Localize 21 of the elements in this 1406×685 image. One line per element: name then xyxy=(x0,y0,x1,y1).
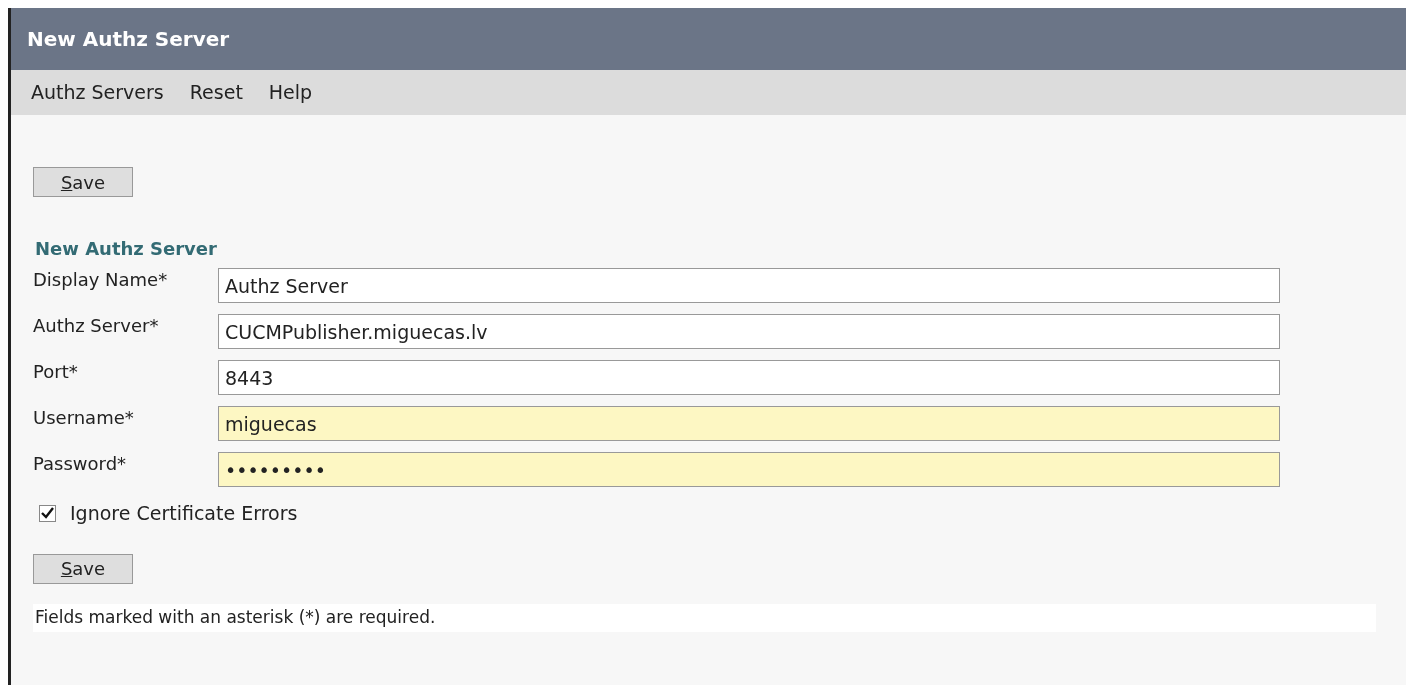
save-button[interactable]: Save xyxy=(33,167,133,197)
menu-item[interactable]: Reset xyxy=(189,78,243,107)
menu-item[interactable]: Help xyxy=(268,78,313,107)
input-field[interactable]: 8443 xyxy=(218,360,1280,395)
save-button[interactable]: Save xyxy=(33,553,133,584)
input-field[interactable]: miguecas xyxy=(218,406,1280,441)
menu-item[interactable]: Authz Servers xyxy=(31,78,164,107)
section-title: New Authz Server xyxy=(34,237,218,261)
field-label: Port* xyxy=(33,360,79,384)
field-label: Password* xyxy=(33,452,128,476)
checkbox-label: Ignore Certificate Errors xyxy=(70,501,298,526)
field-label: Authz Server* xyxy=(33,314,160,338)
input-field[interactable]: Authz Server xyxy=(218,268,1280,303)
field-label: Username* xyxy=(33,406,135,430)
input-field[interactable]: ••••••••• xyxy=(218,452,1280,487)
required-fields-note: Fields marked with an asterisk (*) are required. xyxy=(35,605,436,629)
checkmark-icon xyxy=(41,507,54,520)
field-label: Display Name* xyxy=(33,268,169,292)
input-field[interactable]: CUCMPublisher.miguecas.lv xyxy=(218,314,1280,349)
checkbox[interactable] xyxy=(39,504,56,522)
window-title: New Authz Server xyxy=(27,26,230,53)
